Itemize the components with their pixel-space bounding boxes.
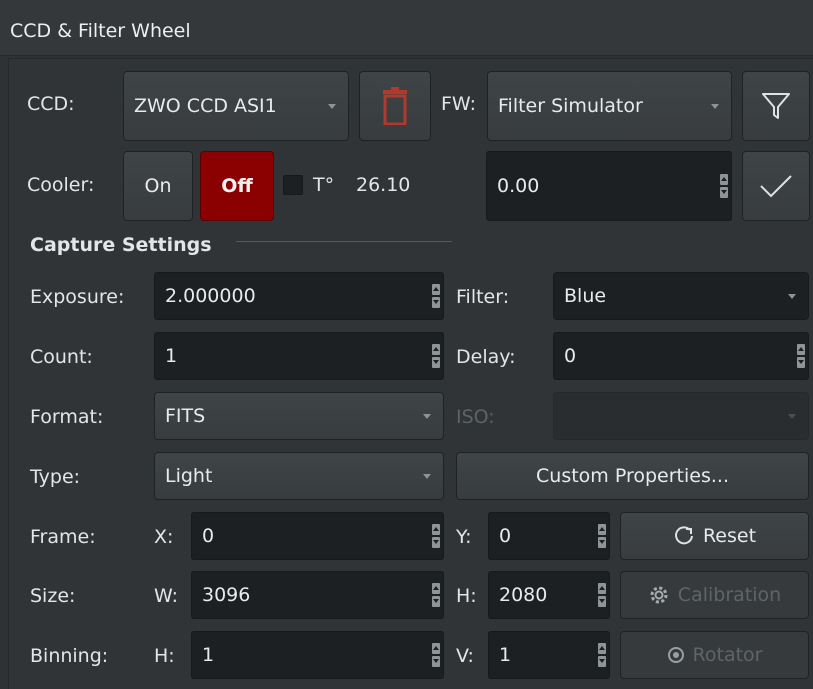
count-value: 1 bbox=[165, 345, 178, 367]
size-h-spinbox[interactable]: 2080 bbox=[488, 571, 610, 619]
reset-label: Reset bbox=[702, 525, 757, 547]
frame-x-value: 0 bbox=[202, 525, 215, 547]
type-label: Type: bbox=[30, 466, 81, 488]
chevron-down-icon bbox=[423, 414, 431, 419]
rotator-label: Rotator bbox=[692, 644, 763, 666]
reset-icon bbox=[675, 526, 693, 545]
format-select[interactable]: FITS bbox=[154, 392, 444, 440]
count-spinbox[interactable]: 1 bbox=[154, 332, 444, 380]
cooler-label: Cooler: bbox=[27, 174, 95, 196]
filter-funnel-icon bbox=[762, 93, 790, 119]
temperature-value: 26.10 bbox=[356, 174, 411, 196]
set-temperature-button[interactable] bbox=[742, 151, 810, 221]
type-select-value: Light bbox=[165, 465, 213, 487]
spin-arrows-icon[interactable] bbox=[429, 273, 443, 319]
checkmark-icon bbox=[760, 175, 792, 198]
cooler-off-label: Off bbox=[221, 175, 253, 197]
calibration-button[interactable]: Calibration bbox=[620, 571, 809, 619]
size-w-spinbox[interactable]: 3096 bbox=[191, 571, 444, 619]
spin-arrows-icon[interactable] bbox=[429, 632, 443, 678]
reset-button[interactable]: Reset bbox=[620, 512, 809, 560]
size-h-label: H: bbox=[456, 585, 477, 607]
binning-v-spinbox[interactable]: 1 bbox=[488, 631, 610, 679]
frame-y-label: Y: bbox=[456, 526, 472, 548]
delay-spinbox[interactable]: 0 bbox=[553, 332, 809, 380]
chevron-down-icon bbox=[788, 294, 796, 299]
spin-arrows-icon[interactable] bbox=[595, 632, 609, 678]
filter-select[interactable]: Blue bbox=[553, 272, 809, 320]
delay-value: 0 bbox=[564, 345, 577, 367]
custom-properties-label: Custom Properties... bbox=[536, 465, 729, 487]
chevron-down-icon bbox=[328, 104, 336, 109]
frame-label: Frame: bbox=[30, 526, 96, 548]
frame-y-spinbox[interactable]: 0 bbox=[488, 512, 610, 560]
binning-h-label: H: bbox=[154, 645, 175, 667]
chevron-down-icon bbox=[711, 104, 719, 109]
iso-label: ISO: bbox=[456, 406, 495, 428]
exposure-label: Exposure: bbox=[30, 286, 125, 308]
binning-v-value: 1 bbox=[499, 644, 512, 666]
cooler-off-button[interactable]: Off bbox=[200, 151, 274, 221]
size-label: Size: bbox=[30, 585, 76, 607]
rotator-button[interactable]: Rotator bbox=[620, 631, 809, 679]
spin-arrows-icon[interactable] bbox=[429, 333, 443, 379]
spin-arrows-icon[interactable] bbox=[595, 572, 609, 618]
group-title-bar: CCD & Filter Wheel bbox=[0, 0, 813, 56]
rotator-icon bbox=[667, 647, 684, 663]
delete-icon bbox=[383, 87, 407, 125]
delete-ccd-button[interactable] bbox=[359, 71, 431, 141]
spin-arrows-icon[interactable] bbox=[595, 513, 609, 559]
fw-label: FW: bbox=[441, 93, 477, 115]
filter-label: Filter: bbox=[456, 286, 510, 308]
frame-x-spinbox[interactable]: 0 bbox=[191, 512, 444, 560]
custom-properties-button[interactable]: Custom Properties... bbox=[456, 452, 809, 500]
filter-settings-button[interactable] bbox=[742, 71, 810, 141]
binning-v-label: V: bbox=[456, 645, 474, 667]
spin-arrows-icon[interactable] bbox=[717, 152, 731, 220]
spin-arrows-icon[interactable] bbox=[429, 572, 443, 618]
binning-h-spinbox[interactable]: 1 bbox=[191, 631, 444, 679]
type-select[interactable]: Light bbox=[154, 452, 444, 500]
cooler-on-label: On bbox=[144, 175, 172, 197]
temperature-setpoint-value: 0.00 bbox=[497, 175, 540, 197]
binning-h-value: 1 bbox=[202, 644, 215, 666]
temperature-setpoint-spinbox[interactable]: 0.00 bbox=[486, 151, 732, 221]
exposure-value: 2.000000 bbox=[165, 285, 256, 307]
size-w-value: 3096 bbox=[202, 584, 251, 606]
fw-select[interactable]: Filter Simulator bbox=[487, 71, 732, 141]
chevron-down-icon bbox=[788, 414, 796, 419]
temperature-label: T° bbox=[313, 174, 335, 196]
exposure-spinbox[interactable]: 2.000000 bbox=[154, 272, 444, 320]
calibration-label: Calibration bbox=[677, 584, 782, 606]
cooler-checkbox[interactable] bbox=[283, 175, 303, 195]
chevron-down-icon bbox=[423, 474, 431, 479]
group-title: CCD & Filter Wheel bbox=[10, 20, 191, 42]
binning-label: Binning: bbox=[30, 645, 109, 667]
size-h-value: 2080 bbox=[499, 584, 548, 606]
ccd-select-value: ZWO CCD ASI1 bbox=[134, 95, 277, 117]
frame-y-value: 0 bbox=[499, 525, 512, 547]
spin-arrows-icon[interactable] bbox=[794, 333, 808, 379]
format-select-value: FITS bbox=[165, 405, 206, 427]
fw-select-value: Filter Simulator bbox=[498, 95, 643, 117]
frame-x-label: X: bbox=[154, 526, 174, 548]
gear-icon bbox=[650, 586, 668, 604]
iso-select[interactable] bbox=[553, 392, 809, 440]
spin-arrows-icon[interactable] bbox=[429, 513, 443, 559]
ccd-label: CCD: bbox=[27, 93, 75, 115]
ccd-select[interactable]: ZWO CCD ASI1 bbox=[123, 71, 349, 141]
cooler-on-button[interactable]: On bbox=[123, 151, 193, 221]
delay-label: Delay: bbox=[456, 346, 516, 368]
filter-select-value: Blue bbox=[564, 285, 607, 307]
section-divider bbox=[236, 241, 452, 242]
format-label: Format: bbox=[30, 406, 104, 428]
capture-settings-heading: Capture Settings bbox=[30, 234, 212, 256]
count-label: Count: bbox=[30, 346, 93, 368]
size-w-label: W: bbox=[154, 585, 179, 607]
